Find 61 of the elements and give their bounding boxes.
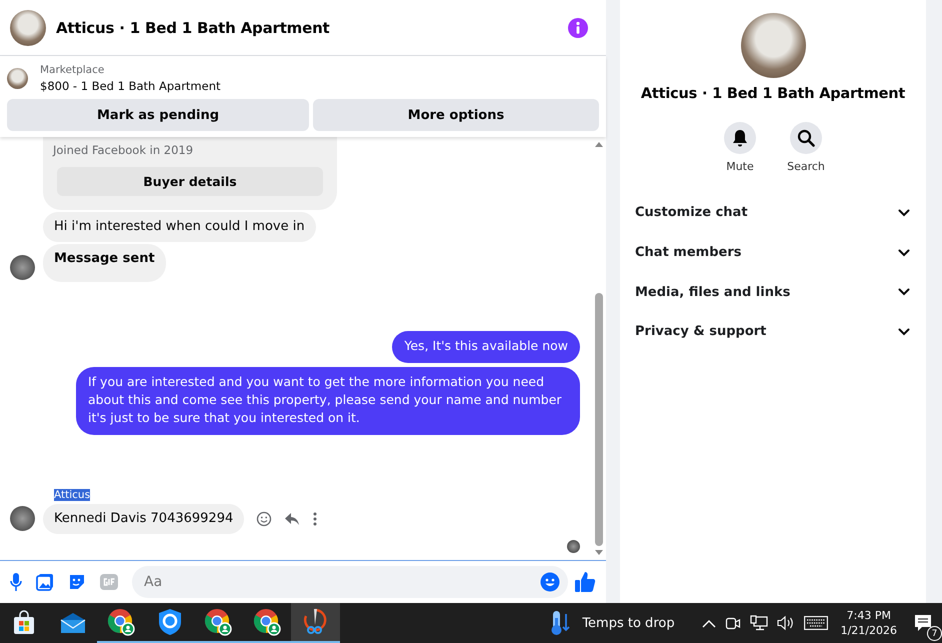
seen-avatar	[567, 540, 580, 553]
browser-icon	[252, 608, 281, 636]
listing-action-button[interactable]: Mark as pending	[7, 99, 309, 131]
shield-icon	[156, 608, 183, 636]
section-label: Privacy & support	[635, 324, 766, 340]
network-icon[interactable]	[750, 615, 768, 631]
scroll-down-icon[interactable]	[595, 550, 603, 556]
scissors-icon	[303, 608, 328, 636]
clock-date[interactable]: 1/21/2026	[840, 624, 897, 637]
sticker-icon[interactable]	[68, 573, 86, 591]
browser-icon	[107, 608, 136, 636]
section-header[interactable]: Media, files and links	[620, 272, 926, 312]
more-icon[interactable]	[312, 511, 318, 527]
section-header[interactable]: Customize chat	[620, 193, 926, 233]
listing-action-button[interactable]: More options	[313, 99, 599, 131]
thumbs-up-icon[interactable]	[574, 571, 596, 593]
section-header[interactable]: Chat members	[620, 232, 926, 272]
chat-title: Atticus · 1 Bed 1 Bath Apartment	[56, 18, 331, 36]
weather-text[interactable]: Temps to drop	[582, 616, 675, 630]
clock-time[interactable]: 7:43 PM	[846, 609, 891, 622]
joined-text: Joined Facebook in 2019	[53, 143, 194, 157]
sender-name: Atticus	[54, 489, 90, 501]
bell-icon	[732, 129, 748, 147]
microphone-icon[interactable]	[10, 573, 22, 591]
message-input[interactable]: Aa	[132, 566, 568, 598]
listing-source: Marketplace	[40, 64, 106, 76]
chevron-up-icon[interactable]	[702, 618, 716, 628]
thermometer-icon	[549, 610, 572, 636]
section-label: Chat members	[635, 245, 742, 260]
message-bubble: Yes, It's this available now	[392, 331, 580, 363]
search-icon	[797, 129, 815, 147]
search-button[interactable]	[790, 122, 822, 154]
keyboard-icon[interactable]	[804, 616, 828, 630]
notification-count: 7	[927, 626, 942, 641]
scroll-up-icon[interactable]	[595, 141, 603, 147]
browser-icon	[204, 608, 232, 636]
speaker-icon[interactable]	[776, 615, 795, 631]
action-label: Mute	[726, 160, 754, 173]
listing-photo	[10, 10, 46, 46]
mute-button[interactable]	[724, 122, 756, 154]
scrollbar-thumb[interactable]	[595, 293, 603, 546]
chat-title: Atticus · 1 Bed 1 Bath Apartment	[640, 86, 906, 102]
mail-icon	[60, 612, 86, 634]
buyer-details-button[interactable]: Buyer details	[57, 167, 323, 196]
section-header[interactable]: Privacy & support	[620, 312, 926, 352]
message-bubble: Hi i'm interested when could I move in	[43, 212, 316, 242]
emoji-icon[interactable]	[540, 572, 560, 592]
message-bubble: If you are interested and you want to get the more information you need about this and come see this property, please send your name and number it's just to be sure that you interested on it.	[76, 367, 580, 435]
section-label: Customize chat	[635, 205, 748, 220]
notification-icon[interactable]	[914, 614, 932, 632]
section-label: Media, files and links	[635, 284, 790, 300]
info-icon[interactable]	[568, 18, 588, 38]
listing-thumbnail	[7, 68, 28, 89]
camera-icon[interactable]	[724, 615, 741, 631]
emoji-icon[interactable]	[256, 511, 272, 527]
action-label: Search	[787, 160, 825, 173]
image-icon[interactable]	[36, 573, 54, 591]
reply-icon[interactable]	[284, 511, 300, 527]
message-bubble: Kennedi Davis 7043699294	[43, 504, 244, 534]
listing-title: $800 - 1 Bed 1 Bath Apartment	[40, 79, 221, 93]
message-bubble: Message sent	[43, 244, 166, 282]
